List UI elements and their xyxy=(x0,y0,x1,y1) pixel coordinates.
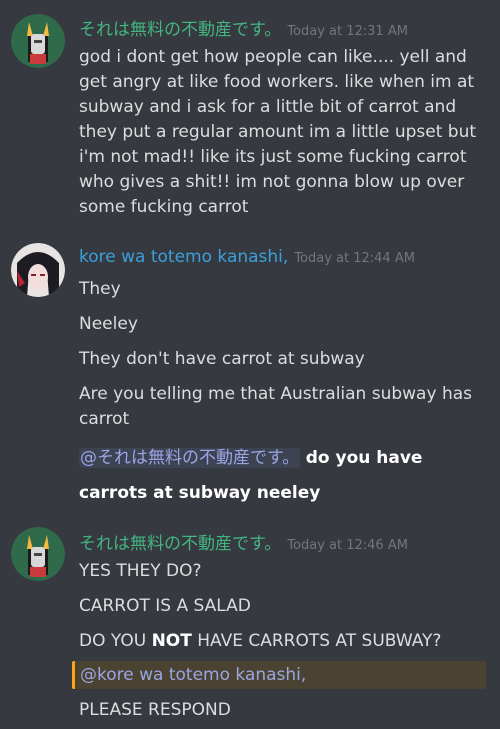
message-line: Neeley xyxy=(79,314,138,334)
timestamp: Today at 12:31 AM xyxy=(287,24,408,39)
username[interactable]: kore wa totemo kanashi, xyxy=(79,247,288,267)
anime-avatar-icon[interactable] xyxy=(11,243,65,297)
message-line: CARROT IS A SALAD xyxy=(79,596,251,616)
message-header: kore wa totemo kanashi, Today at 12:44 AM xyxy=(79,247,415,267)
message-text: god i dont get how people can like.... y… xyxy=(79,47,477,217)
message-line: Are you telling me that Australian subwa… xyxy=(79,384,472,429)
timestamp: Today at 12:44 AM xyxy=(294,251,415,266)
text-segment: DO YOU xyxy=(79,631,152,651)
message-line: They xyxy=(79,279,121,299)
message-line-with-mention: @それは無料の不動産です。 do you have carrots at sub… xyxy=(79,441,490,511)
troll-avatar-icon[interactable] xyxy=(11,527,65,581)
message-group-2: kore wa totemo kanashi, Today at 12:44 AM… xyxy=(0,230,500,510)
message-line: YES THEY DO? xyxy=(79,561,202,581)
text-segment: HAVE CARROTS AT SUBWAY? xyxy=(191,631,442,651)
bold-text: NOT xyxy=(151,631,192,651)
message-line: PLEASE RESPOND xyxy=(79,700,231,720)
user-mention[interactable]: @それは無料の不動産です。 xyxy=(79,448,301,468)
message-group-1: それは無料の不動産です。 Today at 12:31 AM god i dont… xyxy=(0,0,500,230)
message-header: それは無料の不動産です。 Today at 12:31 AM xyxy=(79,15,408,40)
troll-avatar-icon[interactable] xyxy=(11,14,65,68)
message-header: それは無料の不動産です。 Today at 12:46 AM xyxy=(79,529,408,554)
message-group-3: それは無料の不動産です。 Today at 12:46 AM YES THEY D… xyxy=(0,510,500,729)
username[interactable]: それは無料の不動産です。 xyxy=(79,534,281,554)
user-mention[interactable]: @kore wa totemo kanashi, xyxy=(79,665,307,685)
message-line: DO YOU NOT HAVE CARROTS AT SUBWAY? xyxy=(79,629,490,654)
timestamp: Today at 12:46 AM xyxy=(287,538,408,553)
username[interactable]: それは無料の不動産です。 xyxy=(79,20,281,40)
chat-messages: それは無料の不動産です。 Today at 12:31 AM god i dont… xyxy=(0,0,500,729)
message-line-with-mention: @kore wa totemo kanashi, xyxy=(79,663,490,688)
message-line: They don't have carrot at subway xyxy=(79,349,365,369)
